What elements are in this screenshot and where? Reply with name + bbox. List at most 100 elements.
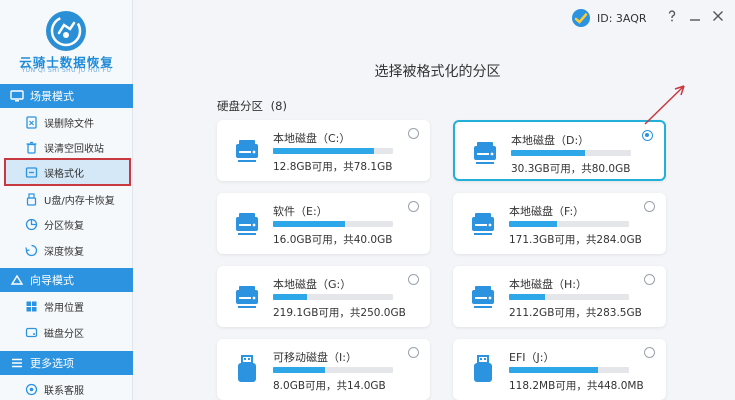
disk-radio[interactable]	[408, 274, 419, 285]
disk-card[interactable]: 本地磁盘（C:） 12.8GB可用，共78.1GB	[217, 120, 430, 181]
disk-radio[interactable]	[408, 347, 419, 358]
user-id-text: ID: 3AQR	[597, 11, 647, 25]
disk-name: 本地磁盘（H:）	[509, 278, 587, 291]
disk-radio[interactable]	[644, 201, 655, 212]
disk-size: 171.3GB可用，共284.0GB	[509, 234, 642, 246]
disk-usage-bar	[509, 294, 629, 300]
disk-card[interactable]: 本地磁盘（H:） 211.2GB可用，共283.5GB	[453, 266, 666, 327]
disk-radio[interactable]	[408, 128, 419, 139]
disk-usage-fill	[509, 221, 557, 227]
nav-item-deleted-files[interactable]: 误删除文件	[0, 109, 133, 135]
disk-size: 219.1GB可用，共250.0GB	[273, 307, 406, 319]
help-button[interactable]	[665, 9, 679, 23]
disk-name: EFI（J:）	[509, 351, 555, 364]
disk-card[interactable]: 软件（E:） 16.0GB可用，共40.0GB	[217, 193, 430, 254]
disk-usage-fill	[273, 367, 325, 373]
disk-card[interactable]: 可移动磁盘（I:） 8.0GB可用，共14.0GB	[217, 339, 430, 400]
disk-usage-fill	[509, 294, 545, 300]
section-label: 更多选项	[30, 357, 74, 370]
menu-icon	[10, 357, 24, 369]
windows-icon	[25, 300, 38, 313]
disk-usage-bar	[509, 367, 629, 373]
section-title: 硬盘分区 (8)	[217, 98, 287, 114]
disk-name: 本地磁盘（D:）	[511, 134, 590, 147]
hard-drive-icon	[234, 282, 260, 310]
disk-size: 16.0GB可用，共40.0GB	[273, 234, 393, 246]
sidebar: 云骑士数据恢复 YUN QI SHI SHU JU HUI FU 场景模式 误删…	[0, 0, 133, 400]
nav-item-disk-partition[interactable]: 磁盘分区	[0, 319, 133, 345]
compass-icon	[10, 274, 24, 286]
disk-usage-fill	[273, 294, 307, 300]
user-badge-icon	[572, 9, 590, 27]
file-delete-icon	[25, 115, 38, 129]
usb-icon	[25, 192, 38, 206]
deep-scan-icon	[25, 244, 38, 257]
nav-label: 分区恢复	[44, 220, 84, 232]
nav-item-deep-recovery[interactable]: 深度恢复	[0, 237, 133, 263]
disk-radio[interactable]	[644, 274, 655, 285]
disk-usage-bar	[273, 148, 393, 154]
disk-radio[interactable]	[408, 201, 419, 212]
nav-label: 常用位置	[44, 302, 84, 314]
disk-radio[interactable]	[642, 130, 653, 141]
usb-drive-icon	[234, 355, 260, 383]
hard-drive-icon	[470, 282, 496, 310]
hard-drive-icon	[234, 209, 260, 237]
trash-icon	[25, 141, 38, 154]
disk-size: 211.2GB可用，共283.5GB	[509, 307, 642, 319]
disk-usage-fill	[273, 148, 374, 154]
nav-item-contact-support[interactable]: 联系客服	[0, 376, 133, 400]
hard-drive-icon	[234, 136, 260, 164]
nav-item-partition[interactable]: 分区恢复	[0, 211, 133, 237]
disk-name: 本地磁盘（F:）	[509, 205, 585, 218]
disk-usage-fill	[273, 221, 345, 227]
hard-drive-icon	[470, 209, 496, 237]
close-icon	[713, 11, 723, 21]
section-count: (8)	[270, 99, 287, 113]
hard-drive-icon	[472, 138, 498, 166]
app-logo: 云骑士数据恢复 YUN QI SHI SHU JU HUI FU	[0, 0, 133, 82]
disk-name: 本地磁盘（G:）	[273, 278, 352, 291]
nav-item-format-recovery[interactable]: 误格式化	[4, 158, 131, 186]
nav-item-recycle-bin[interactable]: 误清空回收站	[0, 134, 133, 160]
monitor-icon	[10, 90, 24, 102]
disk-card[interactable]: 本地磁盘（G:） 219.1GB可用，共250.0GB	[217, 266, 430, 327]
annotation-arrow	[644, 85, 685, 125]
disk-usage-bar	[273, 367, 393, 373]
disk-card[interactable]: EFI（J:） 118.2MB可用，共448.0MB	[453, 339, 666, 400]
disk-size: 118.2MB可用，共448.0MB	[509, 380, 644, 392]
disk-usage-bar	[273, 294, 393, 300]
format-disk-icon	[25, 166, 38, 179]
minimize-button[interactable]	[688, 9, 702, 23]
nav-label: 深度恢复	[44, 246, 84, 258]
disk-usage-fill	[509, 367, 598, 373]
user-id-area[interactable]: ID: 3AQR	[571, 8, 647, 28]
nav-label: U盘/内存卡恢复	[44, 195, 115, 207]
section-label: 向导模式	[30, 274, 74, 287]
disk-size: 30.3GB可用，共80.0GB	[511, 163, 631, 175]
disk-radio[interactable]	[644, 347, 655, 358]
nav-label: 误清空回收站	[44, 143, 104, 155]
page-title: 选择被格式化的分区	[374, 64, 501, 80]
disk-usage-bar	[509, 221, 629, 227]
disk-card[interactable]: 本地磁盘（F:） 171.3GB可用，共284.0GB	[453, 193, 666, 254]
nav-label: 磁盘分区	[44, 328, 84, 340]
section-wizard-mode: 向导模式	[0, 268, 133, 292]
disk-name: 本地磁盘（C:）	[273, 132, 351, 145]
section-label: 硬盘分区	[217, 99, 263, 113]
partition-icon	[25, 218, 38, 231]
disk-name: 软件（E:）	[273, 205, 328, 218]
nav-item-common-locations[interactable]: 常用位置	[0, 293, 133, 319]
section-scene-mode: 场景模式	[0, 84, 133, 108]
logo-icon	[46, 11, 86, 51]
disk-size: 12.8GB可用，共78.1GB	[273, 161, 393, 173]
disk-card[interactable]: 本地磁盘（D:） 30.3GB可用，共80.0GB	[453, 120, 666, 181]
disk-size: 8.0GB可用，共14.0GB	[273, 380, 386, 392]
disk-usage-bar	[273, 221, 393, 227]
nav-label: 误删除文件	[44, 118, 94, 130]
question-icon	[668, 10, 676, 22]
nav-item-usb-card[interactable]: U盘/内存卡恢复	[0, 186, 133, 212]
close-button[interactable]	[711, 9, 725, 23]
disk-icon	[25, 326, 38, 339]
nav-label: 联系客服	[44, 385, 84, 397]
